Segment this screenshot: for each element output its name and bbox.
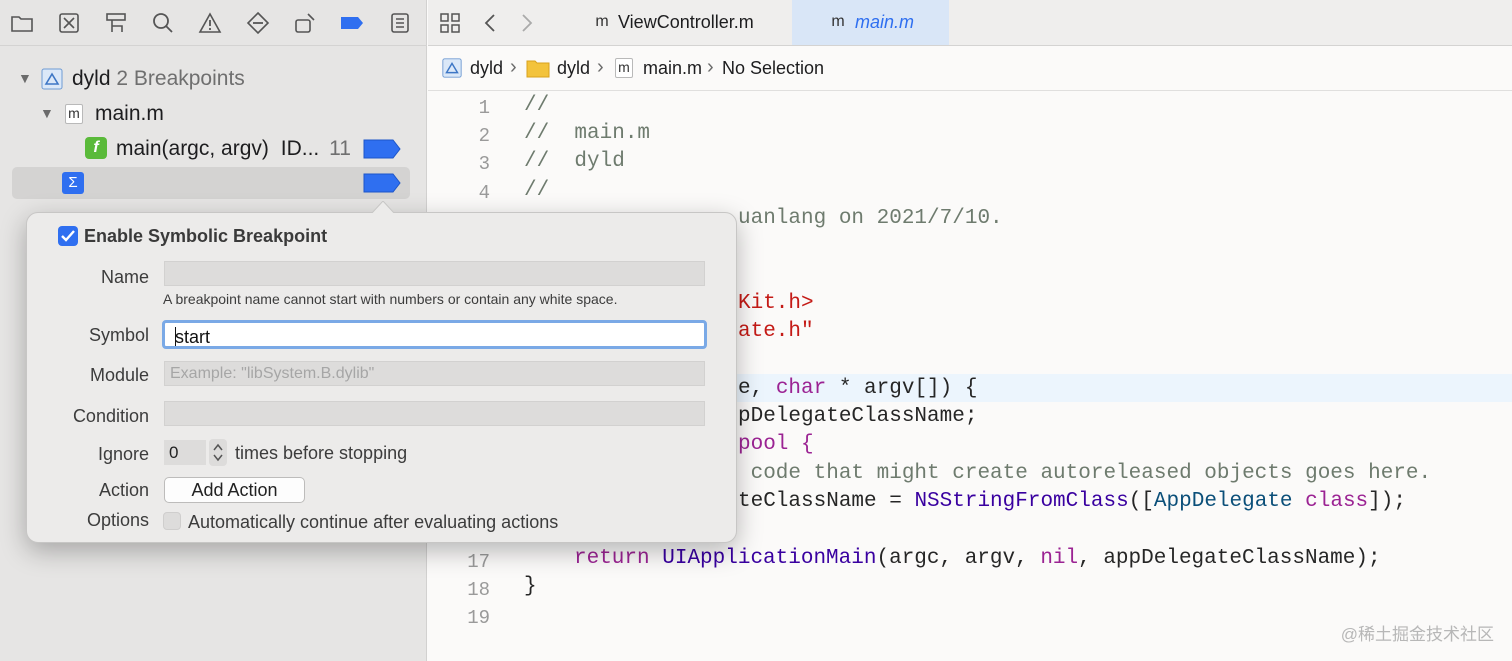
- watermark: @稀土掘金技术社区: [1340, 625, 1494, 644]
- symbolic-breakpoint-popover: Enable Symbolic Breakpoint Name A breakp…: [26, 201, 737, 543]
- tab-label: main.m: [855, 12, 915, 32]
- search-icon[interactable]: [151, 11, 175, 35]
- ignore-stepper[interactable]: [209, 439, 227, 466]
- name-label: Name: [100, 267, 149, 287]
- objc-file-icon: m: [595, 13, 609, 30]
- condition-field[interactable]: [164, 401, 705, 426]
- breakpoint-navigator-icon[interactable]: [340, 11, 364, 35]
- report-icon[interactable]: [388, 11, 412, 35]
- stepper-arrows-icon: [213, 443, 223, 462]
- line-number: 19: [467, 607, 490, 629]
- code-line: return UIApplicationMain(argc, argv, nil…: [574, 547, 1381, 570]
- options-label: Options: [86, 510, 149, 530]
- code-line: //: [524, 94, 550, 117]
- folder-icon: [526, 58, 550, 78]
- auto-continue-checkbox[interactable]: [163, 512, 181, 530]
- code-line: // main.m: [524, 122, 651, 145]
- grid-icon[interactable]: [438, 11, 462, 35]
- breakpoint-count: 2 Breakpoints: [116, 67, 245, 90]
- ignore-count-field[interactable]: 0: [164, 440, 206, 465]
- name-field[interactable]: [164, 261, 705, 286]
- debug-navigator-icon[interactable]: [293, 11, 317, 35]
- source-control-icon[interactable]: [57, 11, 81, 35]
- file-row[interactable]: ▼ m main.m: [0, 98, 427, 130]
- editor-tab-bar: m ViewController.m m main.m: [428, 0, 1512, 46]
- code-line: teClassName = NSStringFromClass([AppDele…: [738, 490, 1406, 513]
- enable-label: Enable Symbolic Breakpoint: [84, 226, 328, 246]
- code-line: //: [524, 179, 550, 202]
- objc-file-icon: m: [615, 58, 633, 78]
- symbol-field[interactable]: start: [162, 320, 707, 349]
- code-line: uanlang on 2021/7/10.: [738, 207, 1003, 230]
- folder-icon[interactable]: [10, 11, 34, 35]
- breakpoint-id: ID...: [280, 137, 320, 160]
- warning-icon[interactable]: [198, 11, 222, 35]
- tab-viewcontroller[interactable]: m ViewController.m: [578, 0, 792, 45]
- ignore-suffix: times before stopping: [235, 443, 408, 463]
- code-line: Kit.h>: [738, 292, 814, 315]
- symbol-label: Symbol: [88, 325, 149, 345]
- project-name: dyld: [72, 67, 111, 90]
- line-number: 1: [478, 97, 490, 119]
- line-number: 4: [478, 182, 490, 204]
- navigator-toolbar: [0, 0, 427, 46]
- breakpoint-flag-icon[interactable]: [363, 173, 401, 193]
- breakpoint-flag-icon[interactable]: [363, 139, 401, 159]
- jump-selection[interactable]: No Selection: [722, 58, 824, 79]
- code-line: code that might create autoreleased obje…: [738, 462, 1432, 485]
- function-icon: f: [85, 137, 107, 159]
- project-icon: [40, 67, 64, 91]
- sigma-icon: Σ: [62, 172, 84, 194]
- objc-file-icon: m: [831, 13, 845, 30]
- jump-file[interactable]: main.m: [643, 58, 702, 79]
- chevron-down-icon[interactable]: ▼: [40, 105, 54, 121]
- objc-file-icon: m: [65, 104, 83, 124]
- jump-bar: dyld › dyld › m main.m › No Selection: [428, 46, 1512, 91]
- tab-label: ViewController.m: [618, 12, 754, 32]
- module-field[interactable]: Example: "libSystem.B.dylib": [164, 361, 705, 386]
- ignore-label: Ignore: [97, 444, 149, 464]
- code-line: // dyld: [524, 150, 625, 173]
- action-label: Action: [98, 480, 149, 500]
- breakpoint-function-label: main(argc, argv): [116, 137, 269, 160]
- back-icon[interactable]: [479, 11, 503, 35]
- jump-group[interactable]: dyld: [557, 58, 590, 79]
- checkmark-icon: [61, 230, 75, 242]
- symbolic-breakpoint-row[interactable]: Σ: [12, 167, 410, 199]
- code-line: ate.h": [738, 320, 814, 343]
- project-icon: [441, 57, 463, 79]
- line-number: 18: [467, 579, 490, 601]
- code-line: e, char * argv[]) {: [738, 377, 978, 400]
- symbol-navigator-icon[interactable]: [104, 11, 128, 35]
- line-number: 3: [478, 153, 490, 175]
- test-diamond-icon[interactable]: [246, 11, 270, 35]
- popover-arrow: [372, 201, 394, 213]
- file-name: main.m: [95, 102, 164, 125]
- condition-label: Condition: [72, 406, 149, 426]
- chevron-down-icon[interactable]: ▼: [18, 70, 32, 86]
- line-number: 2: [478, 125, 490, 147]
- chevron-right-icon: ›: [597, 56, 604, 78]
- name-hint: A breakpoint name cannot start with numb…: [163, 291, 618, 307]
- module-label: Module: [89, 365, 149, 385]
- chevron-right-icon: ›: [707, 56, 714, 78]
- code-line: }: [524, 575, 537, 598]
- line-number: 17: [467, 551, 490, 573]
- jump-project[interactable]: dyld: [470, 58, 503, 79]
- breakpoint-row[interactable]: f main(argc, argv) ID... 11: [0, 133, 427, 165]
- code-line: pool {: [738, 433, 814, 456]
- breakpoint-line: 11: [329, 137, 351, 160]
- forward-icon[interactable]: [514, 11, 538, 35]
- project-row[interactable]: ▼ dyld 2 Breakpoints: [0, 63, 427, 95]
- enable-checkbox[interactable]: [58, 226, 78, 246]
- auto-continue-label: Automatically continue after evaluating …: [188, 512, 559, 532]
- tab-main[interactable]: m main.m: [792, 0, 949, 45]
- chevron-right-icon: ›: [510, 56, 517, 78]
- code-line: pDelegateClassName;: [738, 405, 978, 428]
- add-action-button[interactable]: Add Action: [164, 477, 305, 503]
